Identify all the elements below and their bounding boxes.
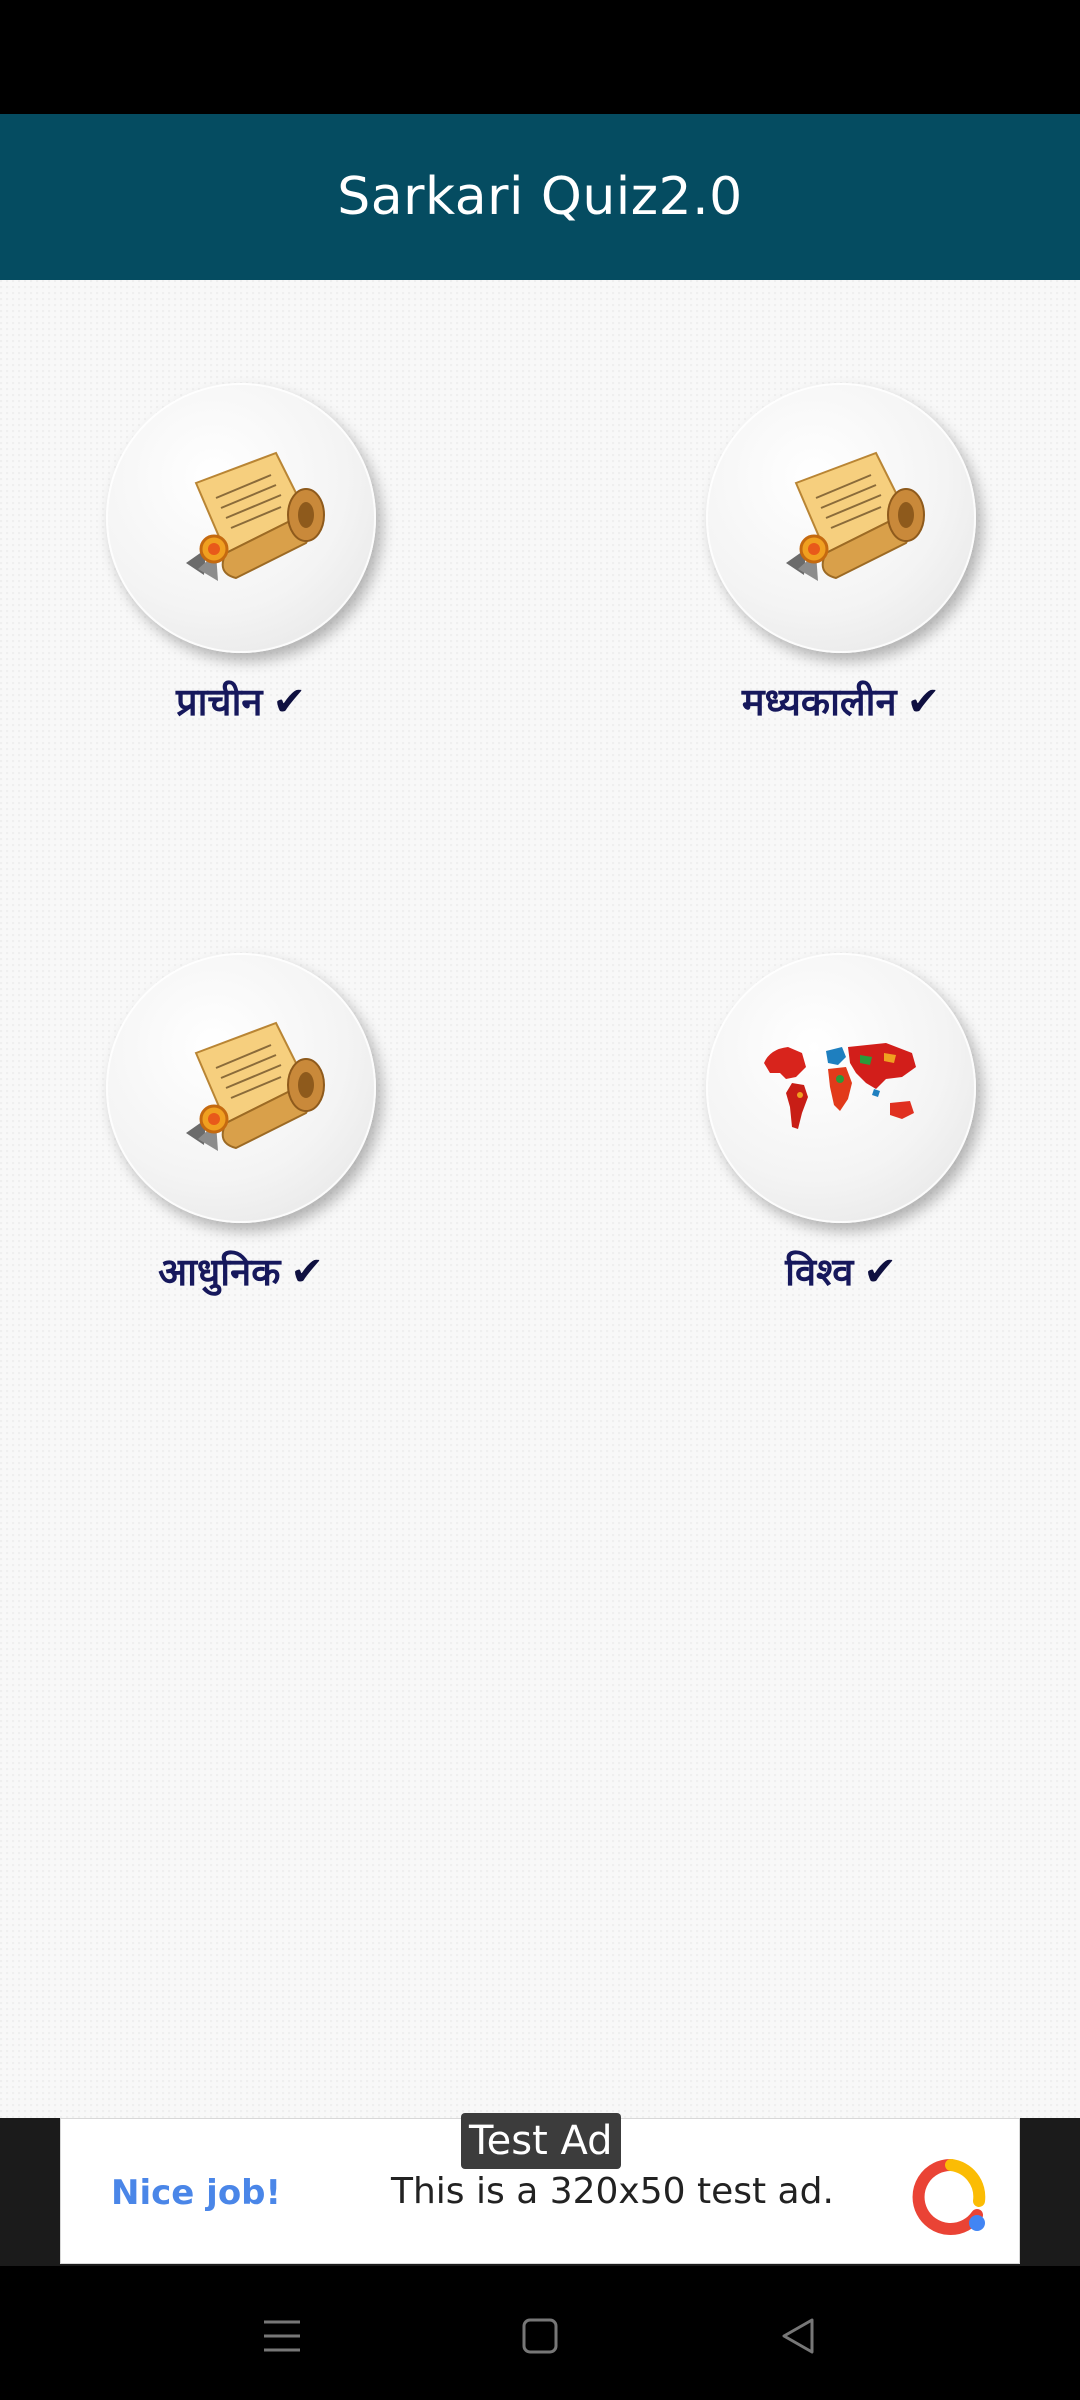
admob-logo-icon xyxy=(912,2158,986,2235)
category-tile-adhunik[interactable]: आधुनिक ✔ xyxy=(26,953,426,1373)
category-button-prachin[interactable] xyxy=(106,383,376,653)
scroll-icon xyxy=(186,1021,325,1151)
test-ad-badge: Test Ad xyxy=(461,2113,621,2169)
back-icon[interactable] xyxy=(768,2306,828,2366)
category-label-prachin: प्राचीन ✔ xyxy=(26,675,456,727)
menu-icon[interactable] xyxy=(252,2306,312,2366)
world-map-icon xyxy=(764,1043,916,1129)
app-title: Sarkari Quiz2.0 xyxy=(337,167,743,227)
category-label-vishwa: विश्व ✔ xyxy=(626,1245,1056,1297)
check-icon: ✔ xyxy=(290,1249,324,1295)
scroll-icon xyxy=(786,451,925,581)
ad-area: Test Ad Nice job! This is a 320x50 test … xyxy=(0,2113,1080,2266)
category-button-adhunik[interactable] xyxy=(106,953,376,1223)
ad-headline: Nice job! xyxy=(111,2173,282,2213)
category-tile-madhyakalin[interactable]: मध्यकालीन ✔ xyxy=(626,383,1026,803)
check-icon: ✔ xyxy=(863,1249,897,1295)
category-label-text: प्राचीन xyxy=(175,680,263,724)
status-bar xyxy=(0,0,1080,114)
home-icon[interactable] xyxy=(510,2306,570,2366)
category-grid: प्राचीन ✔ मध्यकालीन ✔ आधुनिक ✔ विश्व ✔ xyxy=(0,280,1080,2118)
category-button-madhyakalin[interactable] xyxy=(706,383,976,653)
category-label-adhunik: आधुनिक ✔ xyxy=(26,1245,456,1297)
category-label-madhyakalin: मध्यकालीन ✔ xyxy=(626,675,1056,727)
app-bar: Sarkari Quiz2.0 xyxy=(0,114,1080,280)
check-icon: ✔ xyxy=(272,679,307,725)
screen: Sarkari Quiz2.0 प्राचीन ✔ मध्यकालीन ✔ आध… xyxy=(0,0,1080,2400)
category-label-text: आधुनिक xyxy=(158,1250,281,1294)
system-nav-bar xyxy=(0,2266,1080,2400)
category-tile-prachin[interactable]: प्राचीन ✔ xyxy=(26,383,426,803)
category-label-text: मध्यकालीन xyxy=(741,680,897,724)
category-tile-vishwa[interactable]: विश्व ✔ xyxy=(626,953,1026,1373)
test-ad-banner[interactable]: Test Ad Nice job! This is a 320x50 test … xyxy=(60,2113,1020,2264)
ad-body-text: This is a 320x50 test ad. xyxy=(391,2171,834,2212)
category-label-text: विश्व xyxy=(785,1250,854,1294)
check-icon: ✔ xyxy=(906,679,941,725)
scroll-icon xyxy=(186,451,325,581)
category-button-vishwa[interactable] xyxy=(706,953,976,1223)
